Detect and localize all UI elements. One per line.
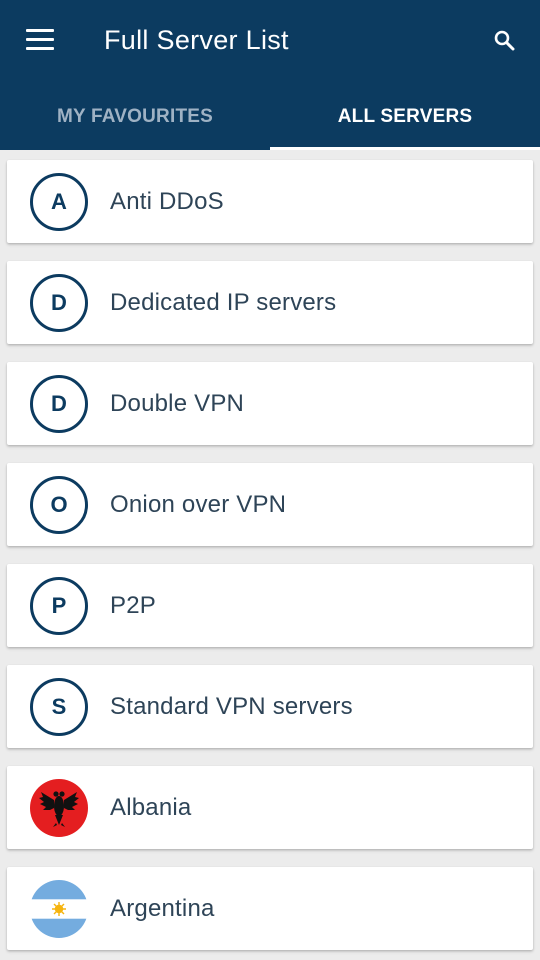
server-item-albania[interactable]: Albania: [7, 766, 533, 849]
server-item-label: Double VPN: [110, 390, 245, 417]
category-badge: S: [30, 678, 88, 736]
selected-tab-indicator: [270, 147, 540, 150]
server-item-label: Anti DDoS: [110, 188, 224, 215]
server-item-p2p[interactable]: P P2P: [7, 564, 533, 647]
server-item-onion-over-vpn[interactable]: O Onion over VPN: [7, 463, 533, 546]
server-item-argentina[interactable]: Argentina: [7, 867, 533, 950]
menu-line: [26, 29, 54, 32]
tab-my-favourites[interactable]: MY FAVOURITES: [0, 86, 270, 150]
menu-line: [26, 47, 54, 50]
server-item-standard-vpn[interactable]: S Standard VPN servers: [7, 665, 533, 748]
tab-all-servers[interactable]: ALL SERVERS: [270, 86, 540, 150]
server-item-label: Standard VPN servers: [110, 693, 353, 720]
page-title: Full Server List: [104, 25, 289, 55]
menu-line: [26, 38, 54, 41]
server-item-double-vpn[interactable]: D Double VPN: [7, 362, 533, 445]
server-item-label: Albania: [110, 794, 192, 821]
category-badge: D: [30, 375, 88, 433]
category-badge: A: [30, 173, 88, 231]
server-item-label: P2P: [110, 592, 156, 619]
server-item-label: Dedicated IP servers: [110, 289, 337, 316]
app-bar: Full Server List MY FAVOURITES ALL SERVE…: [0, 0, 540, 150]
server-item-anti-ddos[interactable]: A Anti DDoS: [7, 160, 533, 243]
albania-flag-icon: [30, 779, 88, 837]
server-item-label: Argentina: [110, 895, 215, 922]
argentina-flag-icon: [30, 880, 88, 938]
category-badge: O: [30, 476, 88, 534]
category-badge: P: [30, 577, 88, 635]
server-item-label: Onion over VPN: [110, 491, 287, 518]
server-item-dedicated-ip[interactable]: D Dedicated IP servers: [7, 261, 533, 344]
hamburger-menu-icon[interactable]: [16, 18, 64, 62]
search-icon[interactable]: [486, 22, 522, 58]
category-badge: D: [30, 274, 88, 332]
